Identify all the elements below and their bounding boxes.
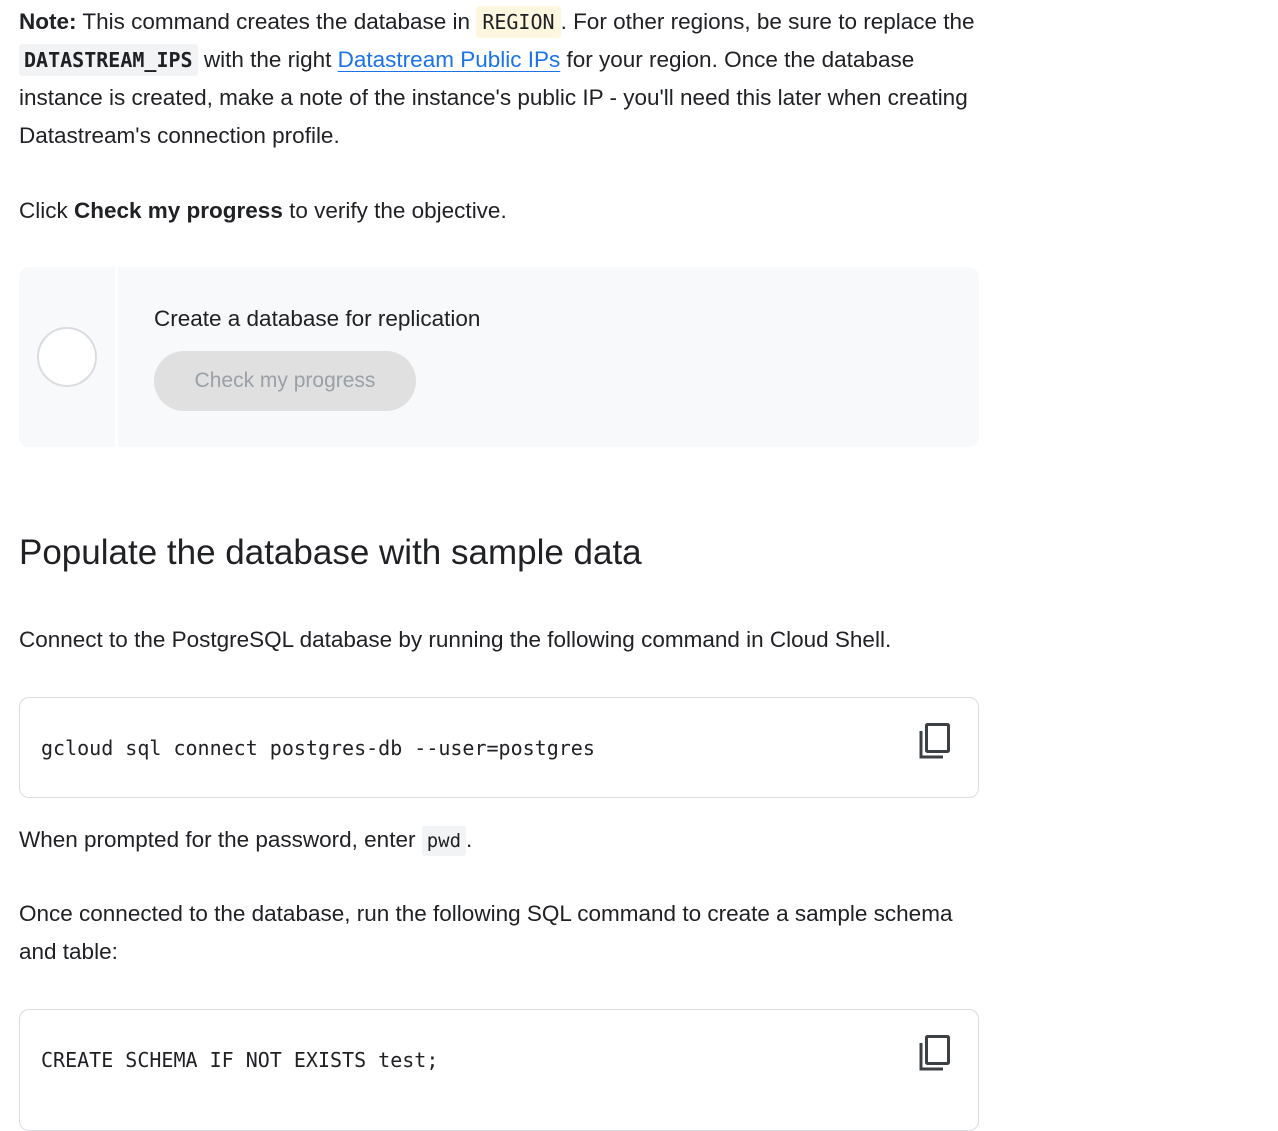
- section-heading: Populate the database with sample data: [19, 533, 642, 572]
- note-paragraph: Note: This command creates the database …: [19, 3, 979, 155]
- code-block-create-schema: CREATE SCHEMA IF NOT EXISTS test;: [19, 1009, 979, 1131]
- check-progress-instruction: Click Check my progress to verify the ob…: [19, 192, 979, 230]
- region-code: REGION: [476, 6, 561, 38]
- datastream-public-ips-link[interactable]: Datastream Public IPs: [338, 47, 561, 72]
- note-label: Note:: [19, 9, 77, 34]
- copy-icon: [919, 1035, 950, 1071]
- objective-title: Create a database for replication: [154, 306, 481, 331]
- pwd-suffix: .: [466, 827, 473, 852]
- check-my-progress-button[interactable]: Check my progress: [154, 351, 416, 411]
- click-prefix: Click: [19, 198, 74, 223]
- note-text-3: with the right: [197, 47, 338, 72]
- click-bold: Check my progress: [74, 198, 283, 223]
- password-instruction: When prompted for the password, enter pw…: [19, 821, 979, 860]
- code-text: gcloud sql connect postgres-db --user=po…: [41, 736, 595, 760]
- copy-button[interactable]: [918, 722, 952, 760]
- progress-check-card: Create a database for replication Check …: [19, 267, 979, 447]
- copy-icon: [919, 723, 950, 759]
- pwd-prefix: When prompted for the password, enter: [19, 827, 422, 852]
- card-divider: [115, 267, 118, 447]
- objective-status-circle: [37, 327, 97, 387]
- sql-instruction: Once connected to the database, run the …: [19, 901, 953, 964]
- code-block-gcloud-connect: gcloud sql connect postgres-db --user=po…: [19, 697, 979, 798]
- copy-button[interactable]: [918, 1034, 952, 1072]
- click-suffix: to verify the objective.: [282, 198, 507, 223]
- code-text: CREATE SCHEMA IF NOT EXISTS test;: [41, 1048, 439, 1072]
- datastream-ips-code: DATASTREAM_IPS: [19, 44, 198, 76]
- password-code: pwd: [421, 826, 467, 856]
- note-text-2: . For other regions, be sure to replace …: [560, 9, 975, 34]
- note-text-1: This command creates the database in: [76, 9, 477, 34]
- connect-instruction: Connect to the PostgreSQL database by ru…: [19, 627, 892, 652]
